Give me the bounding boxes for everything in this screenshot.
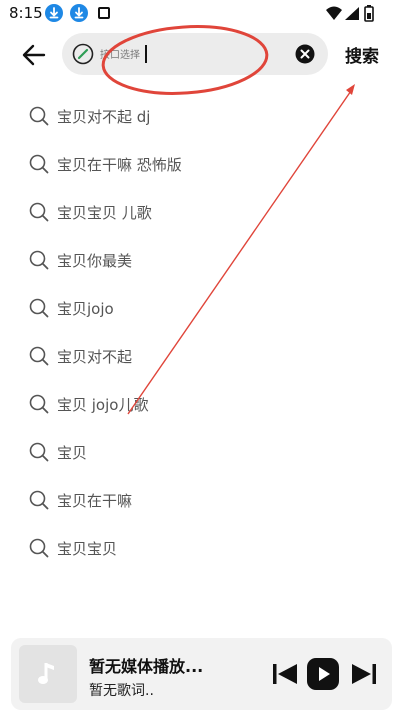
suggestion-label: 宝贝宝贝 儿歌: [57, 204, 152, 222]
play-button[interactable]: [306, 657, 340, 691]
close-circle-icon: [295, 44, 315, 64]
suggestion-label: 宝贝在干嘛: [57, 492, 133, 510]
suggestion-item[interactable]: 宝贝对不起: [0, 332, 403, 380]
previous-button[interactable]: [268, 657, 302, 691]
search-button[interactable]: 搜索: [345, 42, 379, 67]
suggestion-list: 宝贝对不起 dj 宝贝在干嘛 恐怖版 宝贝宝贝 儿歌 宝贝你最美 宝贝jojo …: [0, 92, 403, 572]
suggestion-label: 宝贝对不起 dj: [57, 108, 151, 126]
next-button[interactable]: [347, 657, 381, 691]
search-icon: [29, 298, 49, 318]
download-notification-icon: [45, 4, 63, 22]
suggestion-label: 宝贝你最美: [57, 252, 133, 270]
suggestion-label: 宝贝: [57, 444, 88, 462]
search-icon: [29, 538, 49, 558]
player-lyrics: 暂无歌词..: [89, 683, 154, 699]
suggestion-label: 宝贝宝贝: [57, 540, 118, 558]
source-select-label[interactable]: 接口选择: [100, 46, 140, 61]
suggestion-label: 宝贝对不起: [57, 348, 133, 366]
suggestion-label: 宝贝jojo: [57, 300, 114, 318]
album-art[interactable]: [19, 645, 77, 703]
notification-square-icon: [98, 7, 110, 19]
wifi-icon: [326, 6, 342, 20]
suggestion-label: 宝贝 jojo儿歌: [57, 396, 149, 414]
search-icon: [29, 490, 49, 510]
play-icon: [307, 658, 339, 690]
system-status-icons: [325, 4, 375, 24]
suggestion-item[interactable]: 宝贝宝贝: [0, 524, 403, 572]
player-title: 暂无媒体播放...: [89, 657, 204, 676]
search-icon: [29, 250, 49, 270]
status-bar: 8:15: [0, 0, 403, 28]
suggestion-item[interactable]: 宝贝jojo: [0, 284, 403, 332]
search-icon: [29, 346, 49, 366]
suggestion-item[interactable]: 宝贝在干嘛: [0, 476, 403, 524]
search-icon: [29, 106, 49, 126]
search-icon: [29, 394, 49, 414]
download-notification-icon: [70, 4, 88, 22]
status-time: 8:15: [9, 4, 43, 22]
skip-previous-icon: [273, 664, 297, 684]
suggestion-item[interactable]: 宝贝在干嘛 恐怖版: [0, 140, 403, 188]
search-input[interactable]: [142, 42, 291, 68]
link-icon[interactable]: [72, 43, 94, 65]
suggestion-label: 宝贝在干嘛 恐怖版: [57, 156, 182, 174]
suggestion-item[interactable]: 宝贝你最美: [0, 236, 403, 284]
search-icon: [29, 442, 49, 462]
search-box[interactable]: 接口选择: [62, 33, 328, 75]
suggestion-item[interactable]: 宝贝宝贝 儿歌: [0, 188, 403, 236]
clear-search-button[interactable]: [295, 44, 315, 64]
suggestion-item[interactable]: 宝贝 jojo儿歌: [0, 380, 403, 428]
battery-icon: [364, 5, 374, 22]
music-note-icon: [38, 663, 54, 684]
back-button[interactable]: [20, 41, 48, 69]
suggestion-item[interactable]: 宝贝对不起 dj: [0, 92, 403, 140]
skip-next-icon: [352, 664, 376, 684]
search-icon: [29, 154, 49, 174]
suggestion-item[interactable]: 宝贝: [0, 428, 403, 476]
signal-icon: [345, 7, 359, 20]
mini-player[interactable]: 暂无媒体播放... 暂无歌词..: [11, 638, 392, 710]
text-cursor: [145, 45, 147, 63]
search-icon: [29, 202, 49, 222]
arrow-left-icon: [22, 44, 46, 66]
